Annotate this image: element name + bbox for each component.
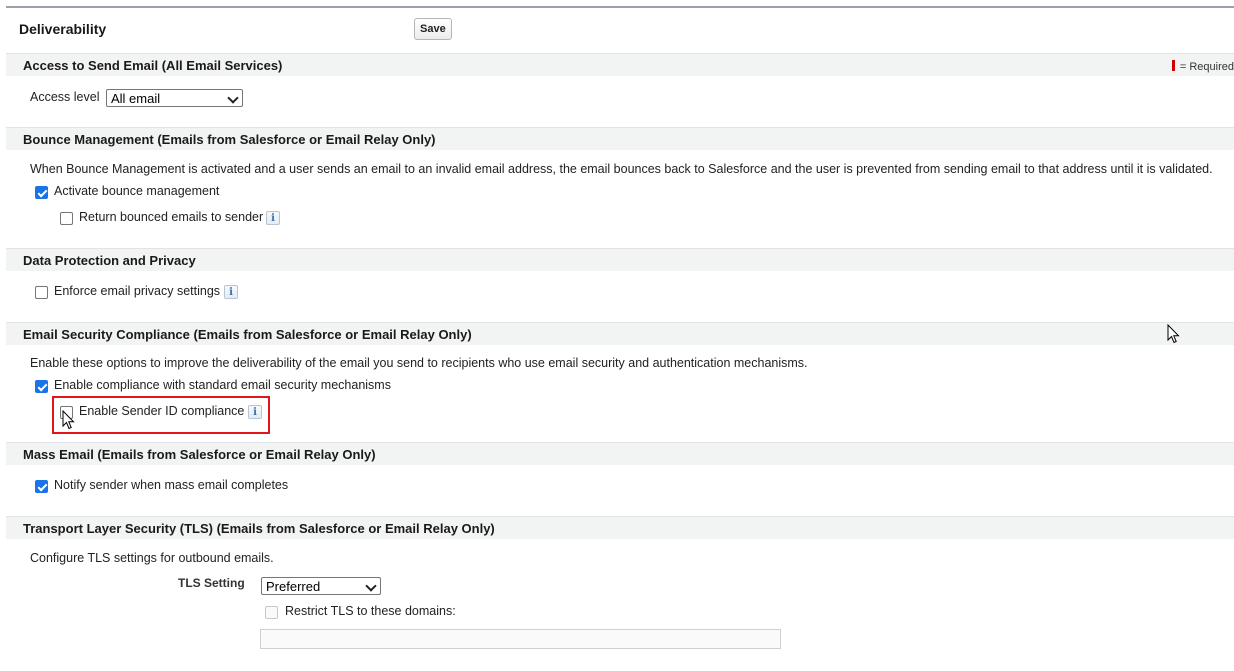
tls-domains-input[interactable] [260, 629, 781, 649]
page-header: Deliverability Save [6, 8, 1234, 52]
access-level-value: All email [111, 91, 161, 106]
standard-compliance-label: Enable compliance with standard email se… [54, 378, 391, 392]
section-header-tls: Transport Layer Security (TLS) (Emails f… [6, 516, 1234, 539]
standard-compliance-checkbox[interactable] [35, 380, 48, 393]
section-header-security: Email Security Compliance (Emails from S… [6, 322, 1234, 345]
mouse-pointer-icon [1167, 324, 1180, 344]
info-icon[interactable]: i [266, 211, 280, 225]
section-header-bounce: Bounce Management (Emails from Salesforc… [6, 127, 1234, 150]
required-legend-text: = Required [1179, 61, 1234, 73]
activate-bounce-label: Activate bounce management [54, 184, 220, 198]
deliverability-page: Deliverability Save Access to Send Email… [6, 6, 1234, 671]
section-title-mass-email: Mass Email (Emails from Salesforce or Em… [23, 447, 376, 462]
restrict-tls-checkbox[interactable] [265, 606, 278, 619]
return-bounced-label: Return bounced emails to sender [79, 210, 264, 224]
enforce-privacy-label: Enforce email privacy settings [54, 284, 221, 298]
restrict-tls-label: Restrict TLS to these domains: [285, 604, 456, 618]
save-button[interactable]: Save [414, 18, 452, 40]
security-description: Enable these options to improve the deli… [30, 356, 808, 370]
page-title: Deliverability [19, 21, 107, 37]
section-title-tls: Transport Layer Security (TLS) (Emails f… [23, 521, 495, 536]
enforce-privacy-checkbox[interactable] [35, 286, 48, 299]
mouse-pointer-icon [62, 410, 75, 430]
highlight-annotation [52, 396, 270, 434]
chevron-down-icon [227, 92, 239, 104]
info-icon[interactable]: i [224, 285, 238, 299]
chevron-down-icon [365, 580, 377, 592]
notify-sender-label: Notify sender when mass email completes [54, 478, 289, 492]
tls-setting-label: TLS Setting [178, 576, 245, 590]
required-legend: = Required [1171, 60, 1234, 73]
section-header-privacy: Data Protection and Privacy [6, 248, 1234, 271]
tls-setting-select[interactable]: Preferred [261, 577, 381, 595]
access-level-select[interactable]: All email [106, 89, 243, 107]
section-header-access: Access to Send Email (All Email Services… [6, 53, 1234, 76]
required-marker [1171, 60, 1175, 71]
tls-description: Configure TLS settings for outbound emai… [30, 551, 274, 565]
section-title-security: Email Security Compliance (Emails from S… [23, 327, 472, 342]
access-level-label: Access level [30, 90, 100, 104]
section-title-access: Access to Send Email (All Email Services… [23, 58, 283, 73]
bounce-description: When Bounce Management is activated and … [30, 162, 1213, 176]
activate-bounce-checkbox[interactable] [35, 186, 48, 199]
section-title-bounce: Bounce Management (Emails from Salesforc… [23, 132, 436, 147]
return-bounced-checkbox[interactable] [60, 212, 73, 225]
section-title-privacy: Data Protection and Privacy [23, 253, 196, 268]
tls-setting-value: Preferred [266, 579, 321, 594]
notify-sender-checkbox[interactable] [35, 480, 48, 493]
section-header-mass-email: Mass Email (Emails from Salesforce or Em… [6, 442, 1234, 465]
